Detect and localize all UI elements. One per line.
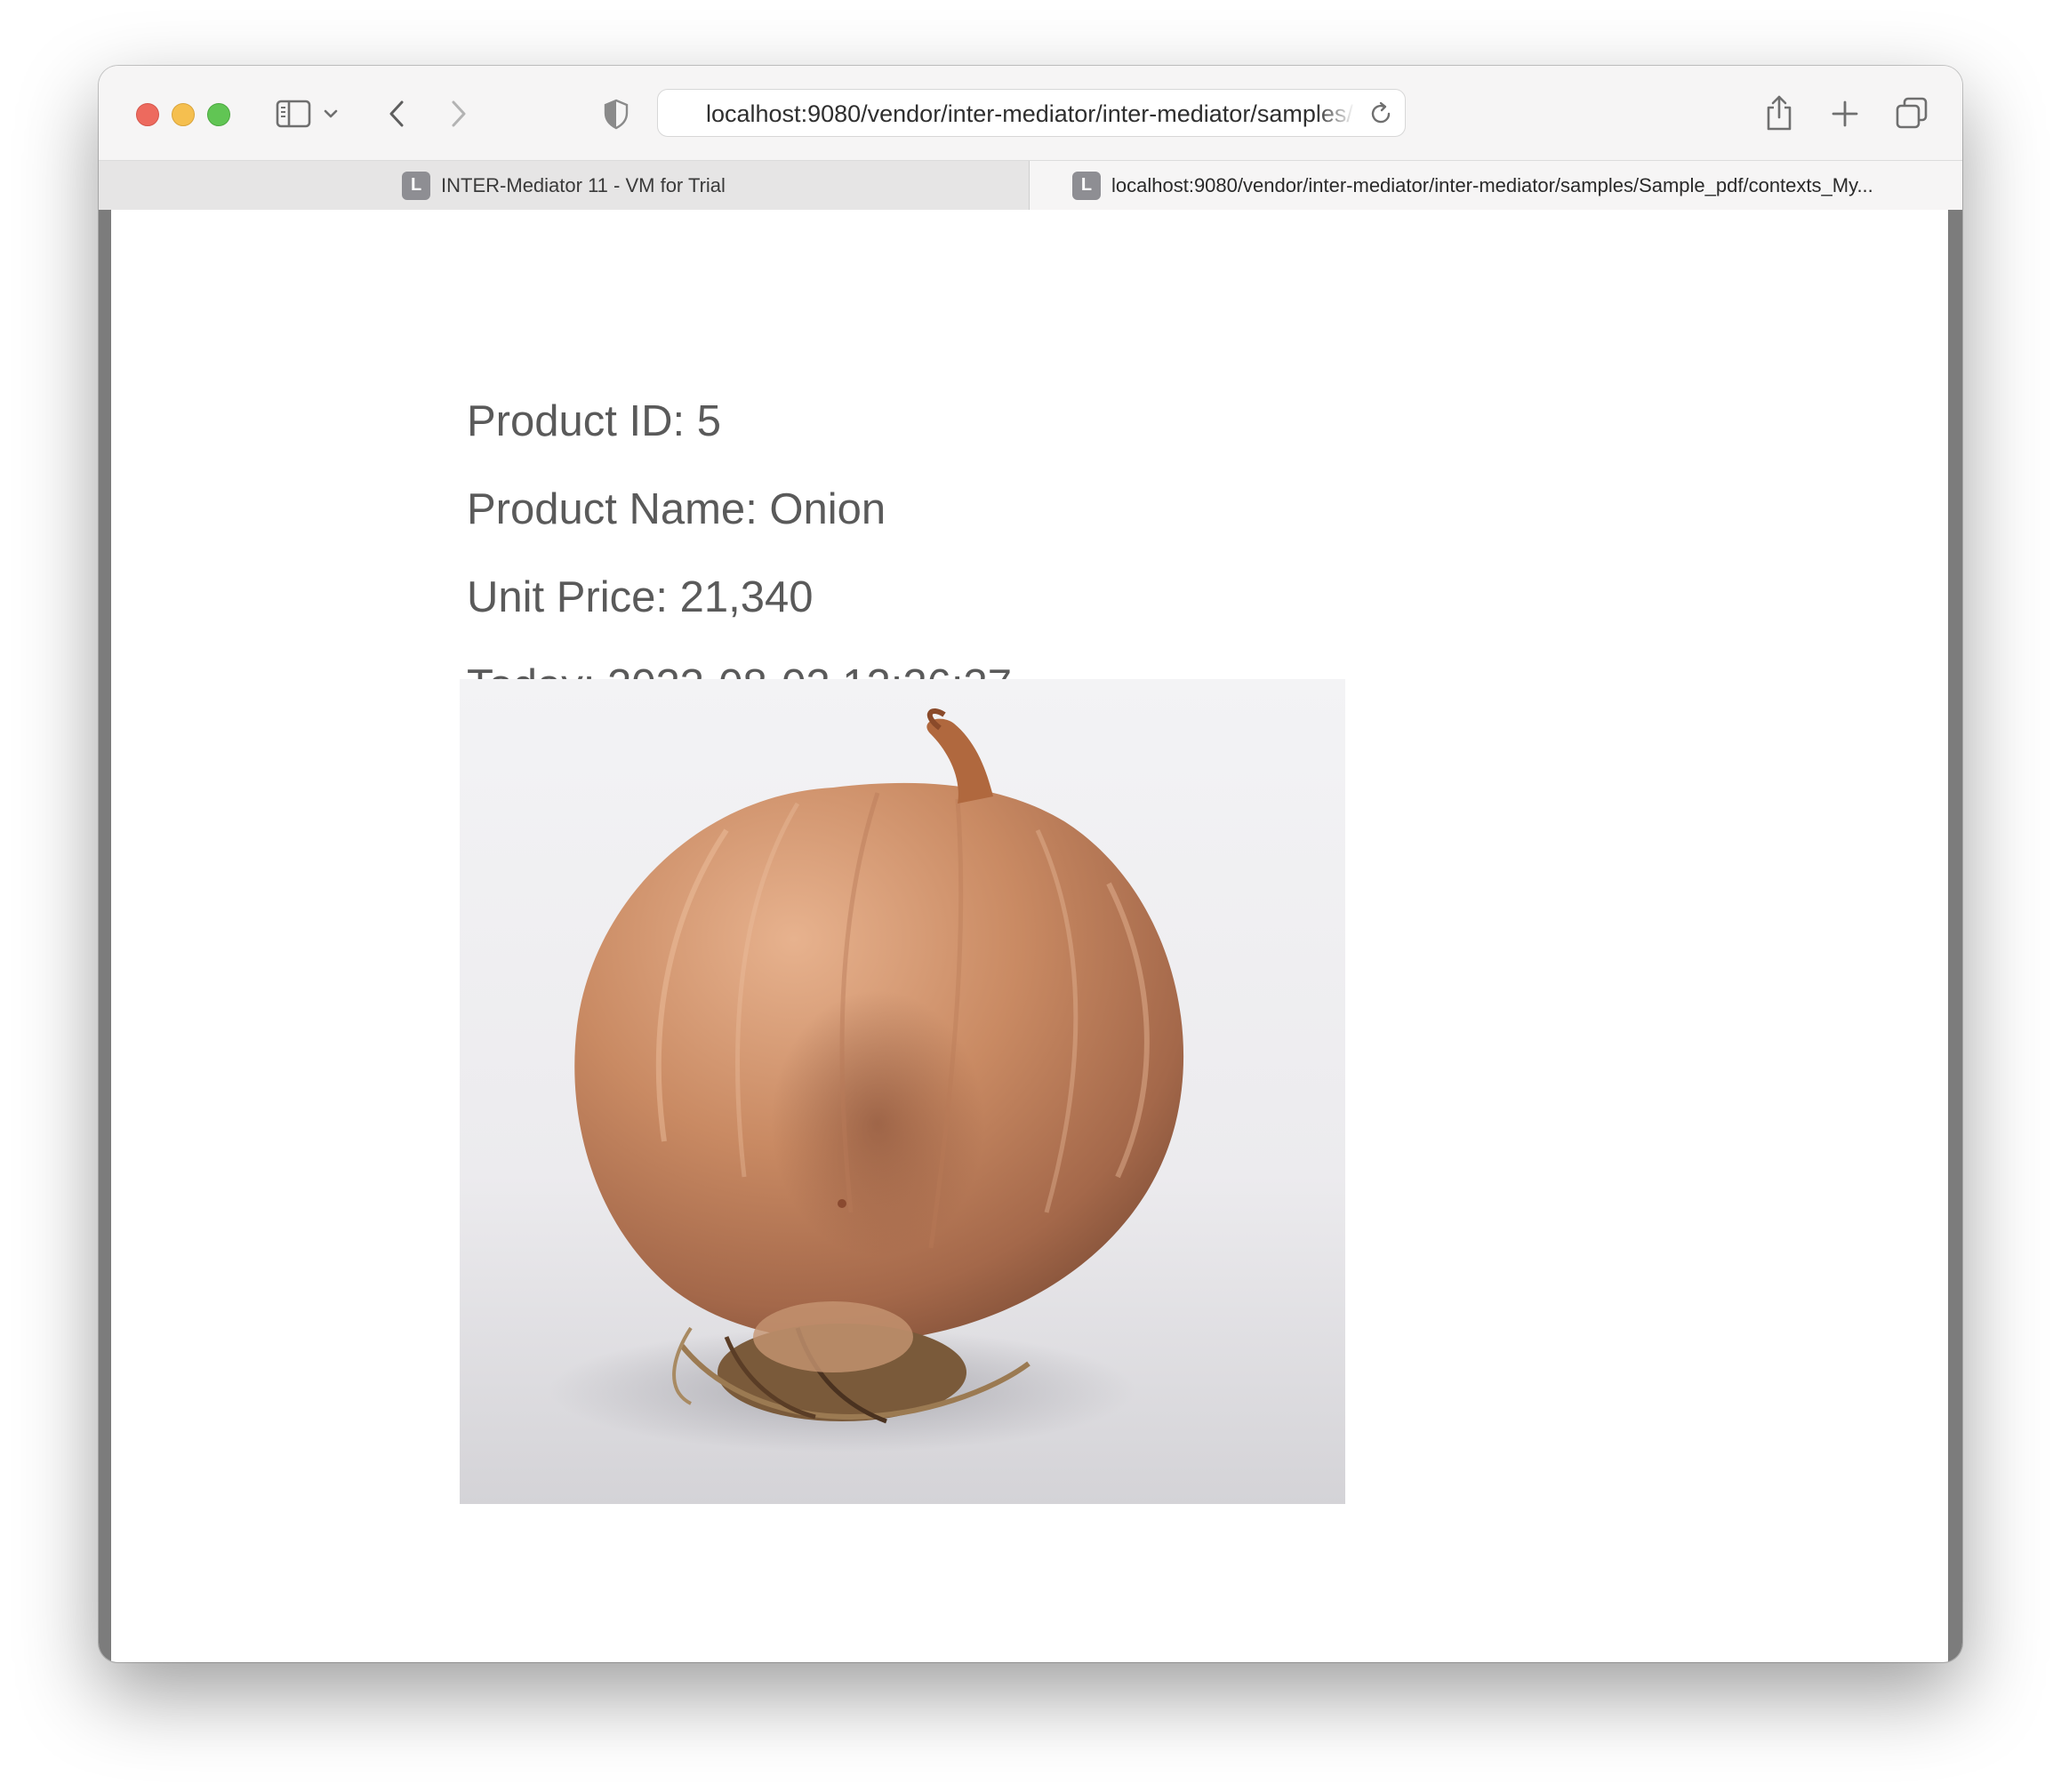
tab-active-page[interactable]: L localhost:9080/vendor/inter-mediator/i… [1029, 161, 1962, 210]
share-icon[interactable] [1761, 92, 1797, 133]
product-image [460, 679, 1345, 1504]
unit-price: Unit Price: 21,340 [467, 573, 814, 621]
url-text[interactable]: localhost:9080/vendor/inter-mediator/int… [706, 90, 1355, 136]
back-icon[interactable] [383, 96, 410, 132]
new-tab-icon[interactable] [1827, 96, 1863, 132]
tab-bar: L INTER-Mediator 11 - VM for Trial L loc… [99, 160, 1962, 210]
close-window-button[interactable] [136, 103, 159, 126]
tab-favicon: L [402, 171, 431, 200]
content-frame: Product ID: 5 Product Name: Onion Unit P… [99, 210, 1962, 1662]
minimize-window-button[interactable] [172, 103, 195, 126]
chevron-down-icon[interactable] [321, 103, 341, 124]
forward-icon[interactable] [445, 96, 472, 132]
tab-label: localhost:9080/vendor/inter-mediator/int… [1111, 173, 1873, 196]
tab-favicon: L [1072, 171, 1101, 200]
browser-toolbar: localhost:9080/vendor/inter-mediator/int… [99, 66, 1962, 160]
browser-window: localhost:9080/vendor/inter-mediator/int… [99, 66, 1962, 1662]
address-bar[interactable]: localhost:9080/vendor/inter-mediator/int… [657, 89, 1406, 137]
tab-overview-icon[interactable] [1893, 94, 1930, 132]
reload-icon[interactable] [1367, 100, 1394, 127]
product-id: Product ID: 5 [467, 397, 721, 445]
sidebar-icon[interactable] [275, 98, 312, 130]
shield-icon[interactable] [602, 96, 630, 132]
tab-label: INTER-Mediator 11 - VM for Trial [441, 173, 726, 196]
maximize-window-button[interactable] [207, 103, 230, 126]
page-content: Product ID: 5 Product Name: Onion Unit P… [111, 210, 1948, 1662]
tab-inter-mediator[interactable]: L INTER-Mediator 11 - VM for Trial [99, 161, 1029, 210]
product-name: Product Name: Onion [467, 485, 886, 533]
